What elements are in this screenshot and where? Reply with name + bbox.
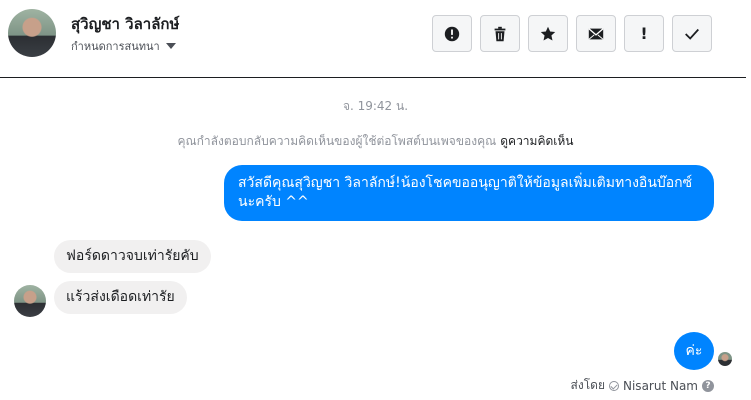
delete-button[interactable] [480,15,520,52]
sent-by-info: ส่งโดย Nisarut Nam ? [571,376,714,395]
seen-by-avatar [718,352,732,366]
view-comment-link[interactable]: ดูความคิดเห็น [500,134,573,148]
message-bubble-outgoing: สวัสดีคุณสุวิญชา วิลาลักษ์!น้องโชคขออนุญ… [224,165,714,221]
message-timestamp: จ. 19:42 น. [342,99,409,113]
alert-circle-icon [444,26,460,41]
message-bubble-outgoing: ค่ะ [674,332,714,370]
assign-conversation-dropdown[interactable]: กำหนดการสนทนา [71,37,176,55]
contact-avatar[interactable] [8,9,56,57]
header-divider [0,77,746,78]
mark-spam-button[interactable] [432,15,472,52]
message-bubble-incoming: ฟอร์ดดาวจบเท่ารัยคับ [54,240,211,273]
star-button[interactable] [528,15,568,52]
contact-name[interactable]: สุวิญชา วิลาลักษ์ [71,12,179,36]
caret-down-icon [165,43,176,49]
trash-icon [494,26,506,41]
envelope-icon [588,27,604,40]
help-icon[interactable]: ? [702,379,714,392]
check-icon [685,28,699,40]
follow-up-button[interactable]: ! [624,15,664,52]
contact-avatar-small [14,285,46,317]
assign-label: กำหนดการสนทนา [71,40,160,53]
notice-text: คุณกำลังตอบกลับความคิดเห็นของผู้ใช้ต่อโพ… [177,134,497,148]
sent-by-name: Nisarut Nam [623,378,698,393]
mark-done-button[interactable] [672,15,712,52]
verified-check-icon [609,380,619,391]
star-icon [540,26,556,40]
mark-unread-button[interactable] [576,15,616,52]
conversation-header: สุวิญชา วิลาลักษ์ กำหนดการสนทนา ! [0,0,751,78]
comment-reply-notice: คุณกำลังตอบกลับความคิดเห็นของผู้ใช้ต่อโพ… [0,132,751,151]
sent-by-label: ส่งโดย [570,378,605,392]
message-bubble-incoming: แร้วส่งเดือดเท่ารัย [54,281,187,314]
